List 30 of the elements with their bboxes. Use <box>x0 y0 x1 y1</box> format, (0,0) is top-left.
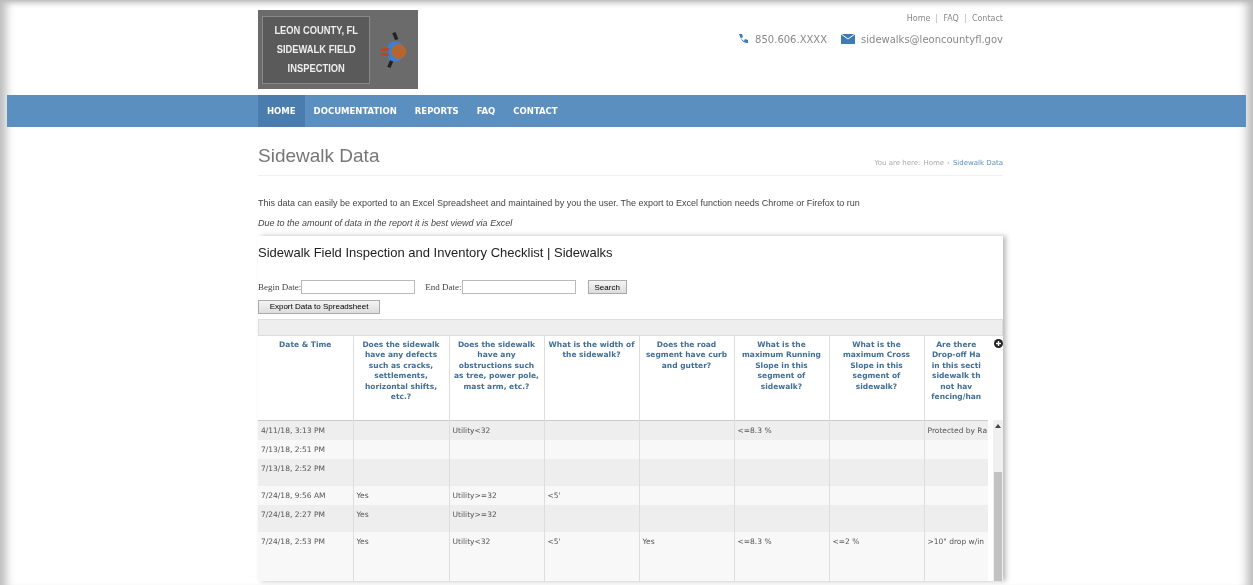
search-button[interactable]: Search <box>587 280 627 294</box>
phone-number: 850.606.XXXX <box>755 33 828 45</box>
field-label: Begin Date: <box>258 282 302 292</box>
begin-date-field[interactable] <box>301 280 416 294</box>
panel-title: Sidewalk Field Inspection and Inventory Checklist | Sidewalks <box>258 244 614 260</box>
intro-text: This data can easily be exported to an Excel Spreadsheet and maintained by you the user. The export to Excel function needs Chrome or Firefox to run <box>258 198 861 208</box>
export-button[interactable]: Export Data to Spreadsheet <box>258 299 380 314</box>
logo-text: LEON COUNTY, FL <box>274 23 358 38</box>
email-icon <box>841 34 856 44</box>
logo-text: SIDEWALK FIELD <box>275 42 357 57</box>
logo-text: INSPECTION <box>286 61 346 76</box>
end-date-field[interactable] <box>461 280 576 294</box>
field-label: End Date: <box>425 282 462 292</box>
nav-tab[interactable]: CONTACT <box>504 95 567 127</box>
expand-icon[interactable] <box>994 338 1003 348</box>
note-text: Due to the amount of data in the report it is best viewd via Excel <box>258 218 514 228</box>
nav-tab[interactable]: DOCUMENTATION <box>304 95 406 127</box>
scrollbar[interactable] <box>993 419 1003 581</box>
phone-icon <box>737 33 750 45</box>
table-cell <box>924 504 988 532</box>
table-cell <box>924 458 988 486</box>
top-link[interactable]: Contact <box>964 14 1003 23</box>
nav-tab[interactable]: FAQ <box>467 95 505 127</box>
nav-tab[interactable]: HOME <box>258 95 305 127</box>
top-link[interactable]: Home <box>900 14 937 23</box>
nav-tab[interactable]: REPORTS <box>405 95 468 127</box>
scroll-up-icon[interactable] <box>995 423 1001 428</box>
page-title: Sidewalk Data <box>258 145 380 167</box>
top-link[interactable]: FAQ <box>936 14 965 23</box>
email-link[interactable]: sidewalks@leoncountyfl.gov <box>861 33 1003 45</box>
